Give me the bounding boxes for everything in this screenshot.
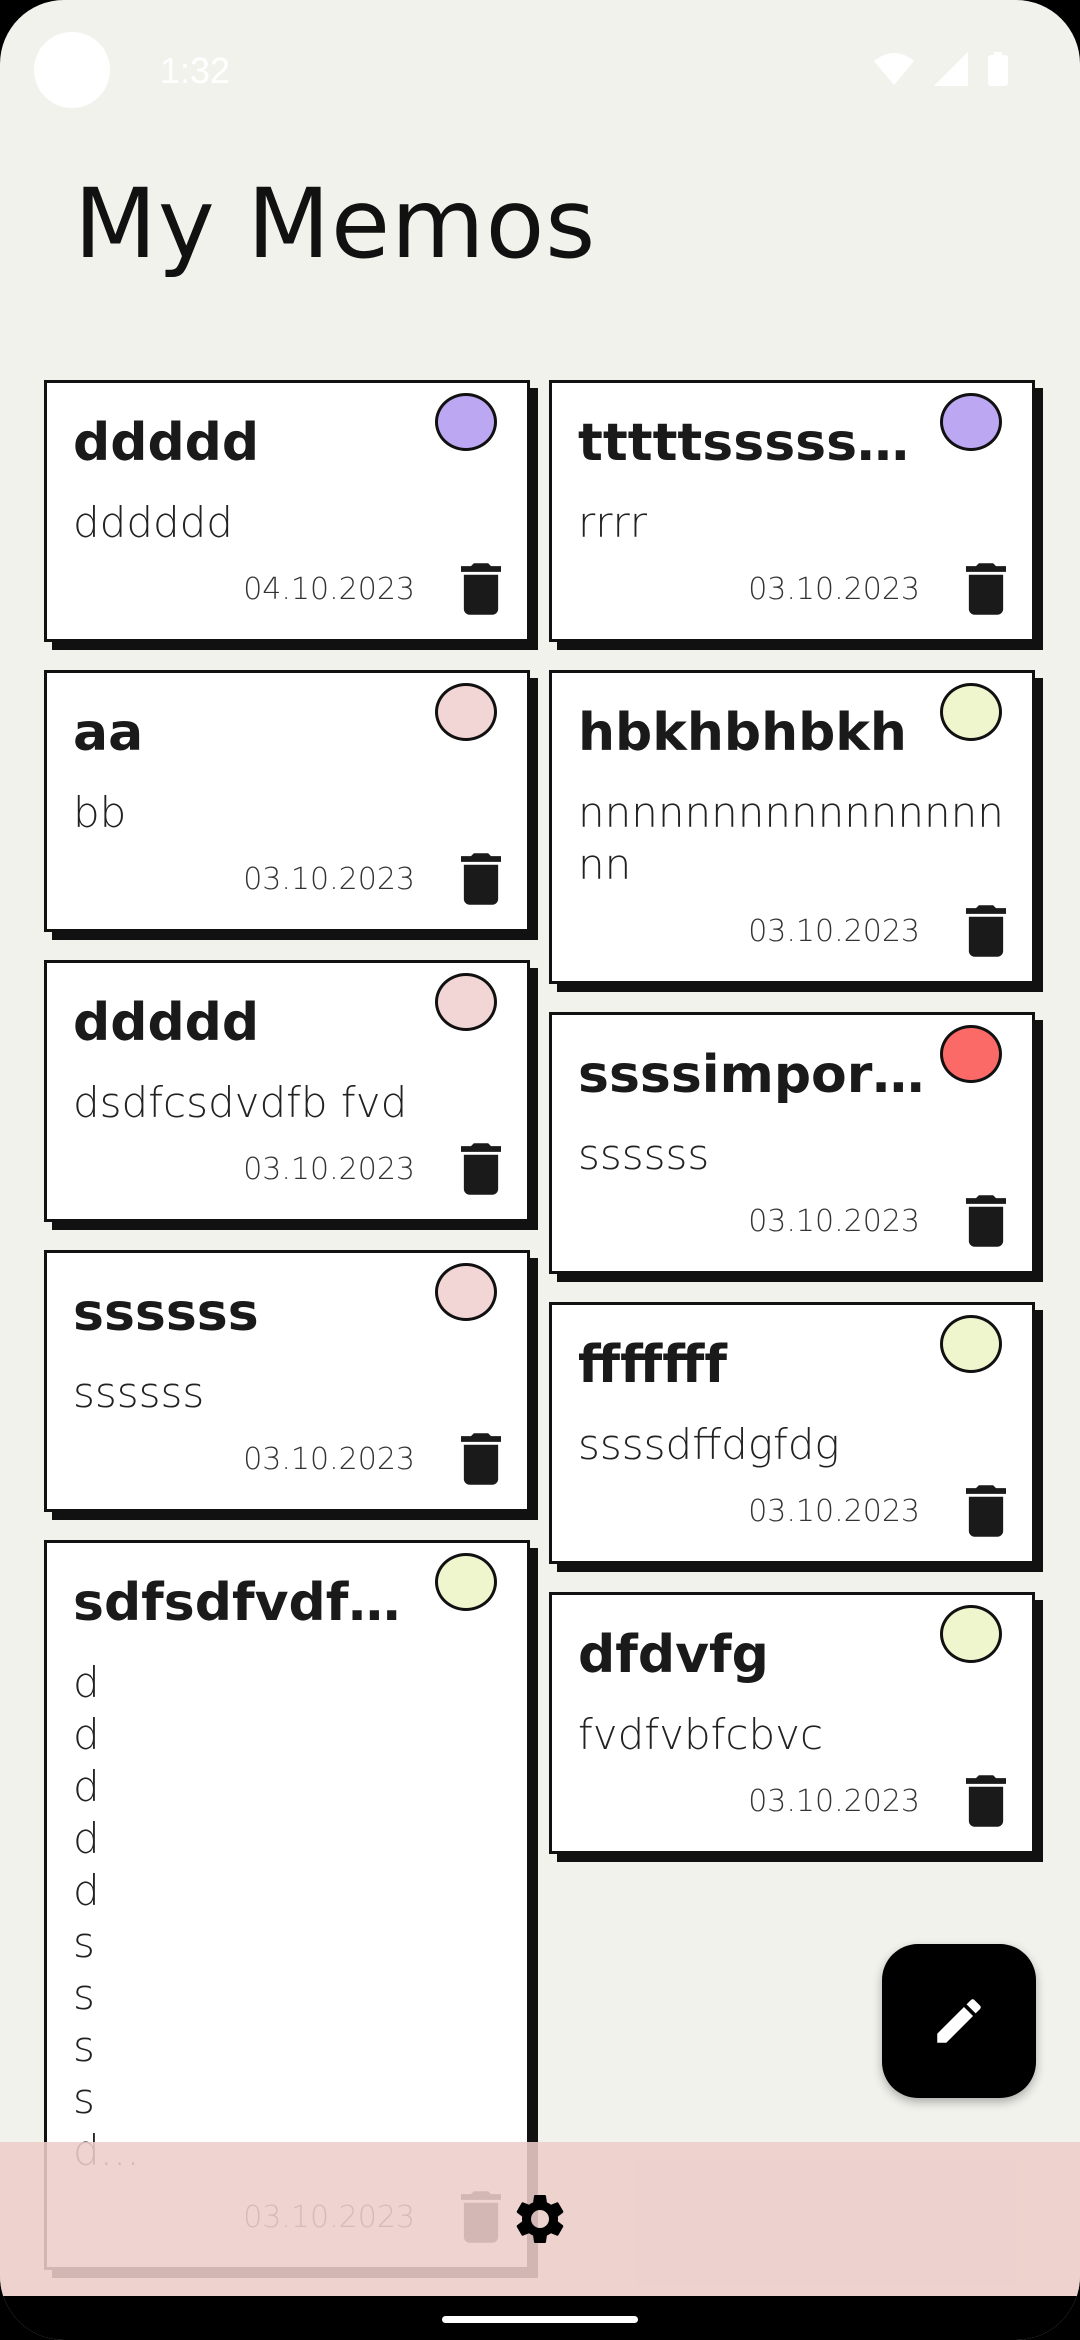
wifi-icon: [874, 53, 914, 85]
memo-body: ssssss: [578, 1130, 710, 1179]
memo-date: 03.10.2023: [243, 1441, 415, 1477]
memo-title: fffffff: [578, 1335, 727, 1395]
memo-footer: 03.10.2023: [73, 1139, 501, 1199]
memo-body: nnnnnnnnnnnnnnnnnn: [578, 788, 1004, 889]
page-title: My Memos: [74, 168, 597, 280]
bottom-bar: [0, 2142, 1080, 2296]
memo-footer: 03.10.2023: [73, 1429, 501, 1489]
memo-footer: 03.10.2023: [578, 1191, 1006, 1251]
memo-date: 03.10.2023: [243, 1151, 415, 1187]
memo-title: ssssimport...: [578, 1045, 938, 1105]
memo-color-dot[interactable]: [435, 1263, 497, 1321]
memo-title: sdfsdfvdfb...: [73, 1573, 433, 1633]
memo-card[interactable]: ssssss ssssss 03.10.2023: [44, 1250, 530, 1512]
memo-body: dddddd: [73, 498, 233, 547]
memo-color-dot[interactable]: [940, 1025, 1002, 1083]
memo-body: ssssss: [73, 1368, 205, 1417]
new-memo-button[interactable]: [882, 1944, 1036, 2098]
memo-title: ddddd: [73, 993, 260, 1053]
memo-date: 03.10.2023: [748, 1203, 920, 1239]
memo-title: ddddd: [73, 413, 260, 473]
memo-footer: 03.10.2023: [578, 901, 1006, 961]
memo-body: d d d d d s s s s d...: [73, 1658, 140, 2175]
memo-card[interactable]: tttttsssssss... rrrr 03.10.2023: [549, 380, 1035, 642]
trash-icon[interactable]: [461, 1433, 501, 1485]
memo-title: hbkhbhbkh: [578, 703, 907, 763]
gear-icon[interactable]: [510, 2189, 570, 2249]
memo-body: bb: [73, 788, 127, 837]
memo-color-dot[interactable]: [940, 1605, 1002, 1663]
memo-column-right: tttttsssssss... rrrr 03.10.2023 hbkhbhbkh nn…: [549, 380, 1039, 1882]
memo-date: 03.10.2023: [748, 913, 920, 949]
signal-icon: [934, 52, 968, 86]
memo-body: ssssdffdgfdg: [578, 1420, 840, 1469]
memo-card[interactable]: dfdvfg fvdfvbfcbvc 03.10.2023: [549, 1592, 1035, 1854]
memo-color-dot[interactable]: [435, 393, 497, 451]
memo-color-dot[interactable]: [435, 973, 497, 1031]
memo-card[interactable]: ddddd dddddd 04.10.2023: [44, 380, 530, 642]
memo-card[interactable]: hbkhbhbkh nnnnnnnnnnnnnnnnnn 03.10.2023: [549, 670, 1035, 984]
memo-date: 03.10.2023: [748, 1783, 920, 1819]
status-bar: 1:32: [0, 0, 1080, 140]
memo-body: dsdfcsdvdfb fvd: [73, 1078, 408, 1127]
trash-icon[interactable]: [966, 1485, 1006, 1537]
memo-title: aa: [73, 703, 144, 763]
memo-body: rrrr: [578, 498, 648, 547]
memo-card[interactable]: ssssimport... ssssss 03.10.2023: [549, 1012, 1035, 1274]
memo-title: ssssss: [73, 1283, 259, 1343]
memo-footer: 03.10.2023: [73, 849, 501, 909]
home-indicator[interactable]: [442, 2316, 638, 2323]
memo-date: 03.10.2023: [748, 571, 920, 607]
memo-card[interactable]: fffffff ssssdffdgfdg 03.10.2023: [549, 1302, 1035, 1564]
trash-icon[interactable]: [966, 1195, 1006, 1247]
memo-color-dot[interactable]: [940, 393, 1002, 451]
trash-icon[interactable]: [966, 563, 1006, 615]
memo-card[interactable]: aa bb 03.10.2023: [44, 670, 530, 932]
trash-icon[interactable]: [461, 853, 501, 905]
pencil-icon: [937, 1999, 981, 2043]
memo-card[interactable]: ddddd dsdfcsdvdfb fvd 03.10.2023: [44, 960, 530, 1222]
trash-icon[interactable]: [461, 1143, 501, 1195]
memo-color-dot[interactable]: [940, 683, 1002, 741]
memo-footer: 03.10.2023: [578, 559, 1006, 619]
battery-icon: [988, 52, 1008, 86]
memo-title: dfdvfg: [578, 1625, 769, 1685]
memo-footer: 03.10.2023: [578, 1481, 1006, 1541]
app-screen: 1:32 My Memos ddddd dddddd 04.10.2023 aa bb 0…: [0, 0, 1080, 2340]
status-time: 1:32: [160, 50, 231, 91]
memo-date: 03.10.2023: [243, 861, 415, 897]
memo-date: 03.10.2023: [748, 1493, 920, 1529]
trash-icon[interactable]: [966, 905, 1006, 957]
memo-color-dot[interactable]: [940, 1315, 1002, 1373]
memo-footer: 03.10.2023: [578, 1771, 1006, 1831]
trash-icon[interactable]: [461, 563, 501, 615]
memo-color-dot[interactable]: [435, 1553, 497, 1611]
memo-title: tttttsssssss...: [578, 413, 938, 473]
memo-body: fvdfvbfcbvc: [578, 1710, 824, 1759]
memo-date: 04.10.2023: [243, 571, 415, 607]
camera-cutout: [34, 32, 110, 108]
status-icons: [874, 52, 1008, 86]
memo-color-dot[interactable]: [435, 683, 497, 741]
trash-icon[interactable]: [966, 1775, 1006, 1827]
memo-column-left: ddddd dddddd 04.10.2023 aa bb 03.10.2023 ddddd…: [44, 380, 534, 2298]
memo-footer: 04.10.2023: [73, 559, 501, 619]
